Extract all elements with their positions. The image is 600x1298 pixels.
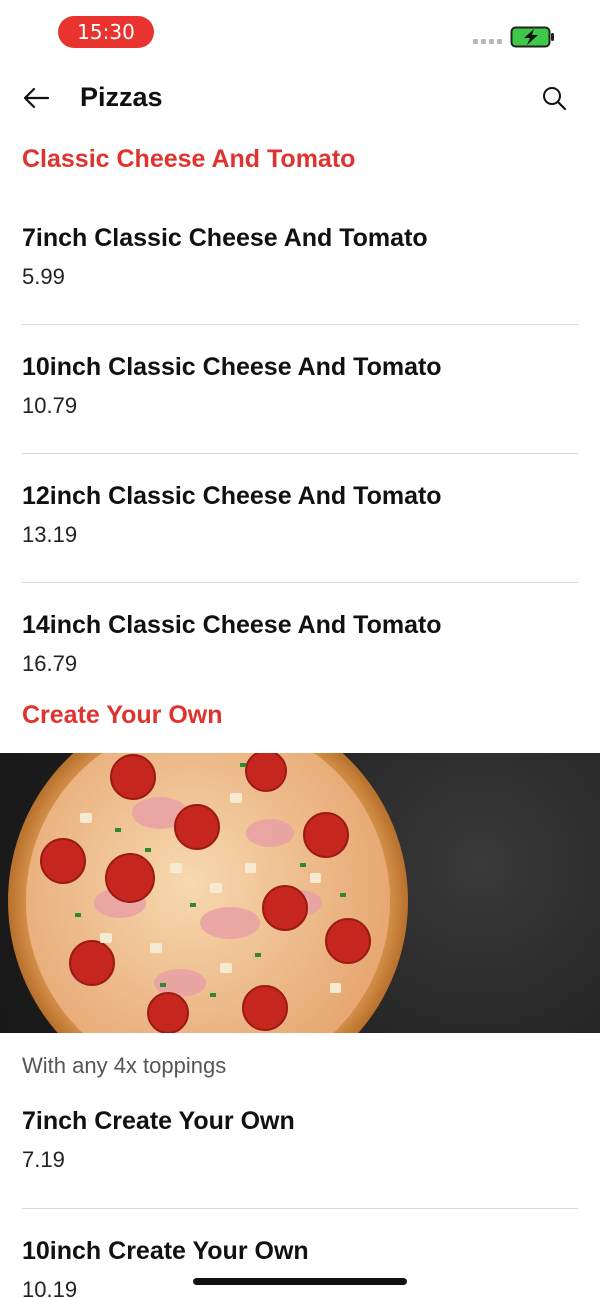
screen: 15:30 Pizzas Classic Cheese And Tomato 7…: [0, 0, 600, 1298]
status-bar: 15:30: [0, 0, 600, 66]
search-icon: [543, 87, 567, 111]
item-price: 13.19: [22, 522, 78, 547]
section-create-your-own: Create Your Own With any 4x toppings 7in…: [0, 697, 600, 1298]
back-arrow-icon: [23, 87, 50, 109]
divider: [22, 1208, 578, 1209]
app-header: Pizzas: [0, 66, 600, 132]
menu-item[interactable]: 12inch Classic Cheese And Tomato 13.19: [0, 454, 600, 583]
signal-icon: [473, 39, 502, 44]
item-price: 7.19: [22, 1147, 65, 1172]
battery-charging-icon: [510, 26, 554, 48]
menu-item[interactable]: 10inch Create Your Own 10.19: [0, 1227, 600, 1298]
item-price: 5.99: [22, 264, 65, 289]
item-price: 10.79: [22, 393, 78, 418]
item-name: 14inch Classic Cheese And Tomato: [22, 611, 442, 639]
item-name: 10inch Create Your Own: [22, 1237, 309, 1265]
menu-item[interactable]: 7inch Create Your Own 7.19: [0, 1097, 600, 1227]
back-button[interactable]: [18, 80, 54, 116]
pizza-image: [0, 753, 600, 1033]
page-title: Pizzas: [80, 82, 163, 112]
menu-item[interactable]: 7inch Classic Cheese And Tomato 5.99: [0, 196, 600, 325]
section-title: Classic Cheese And Tomato: [22, 145, 356, 173]
section-description: With any 4x toppings: [22, 1053, 227, 1078]
menu-item[interactable]: 14inch Classic Cheese And Tomato 16.79: [0, 583, 600, 697]
section-title: Create Your Own: [22, 701, 223, 729]
status-time: 15:30: [58, 16, 154, 48]
section-classic: Classic Cheese And Tomato 7inch Classic …: [0, 132, 600, 697]
menu-item[interactable]: 10inch Classic Cheese And Tomato 10.79: [0, 325, 600, 454]
menu-content: Classic Cheese And Tomato 7inch Classic …: [0, 132, 600, 1298]
item-name: 7inch Create Your Own: [22, 1107, 295, 1135]
item-name: 12inch Classic Cheese And Tomato: [22, 482, 442, 510]
item-name: 10inch Classic Cheese And Tomato: [22, 353, 442, 381]
home-indicator[interactable]: [193, 1278, 407, 1285]
item-name: 7inch Classic Cheese And Tomato: [22, 224, 428, 252]
item-price: 10.19: [22, 1277, 78, 1298]
search-button[interactable]: [536, 80, 572, 116]
item-price: 16.79: [22, 651, 78, 676]
pizza-illustration: [8, 753, 408, 1033]
